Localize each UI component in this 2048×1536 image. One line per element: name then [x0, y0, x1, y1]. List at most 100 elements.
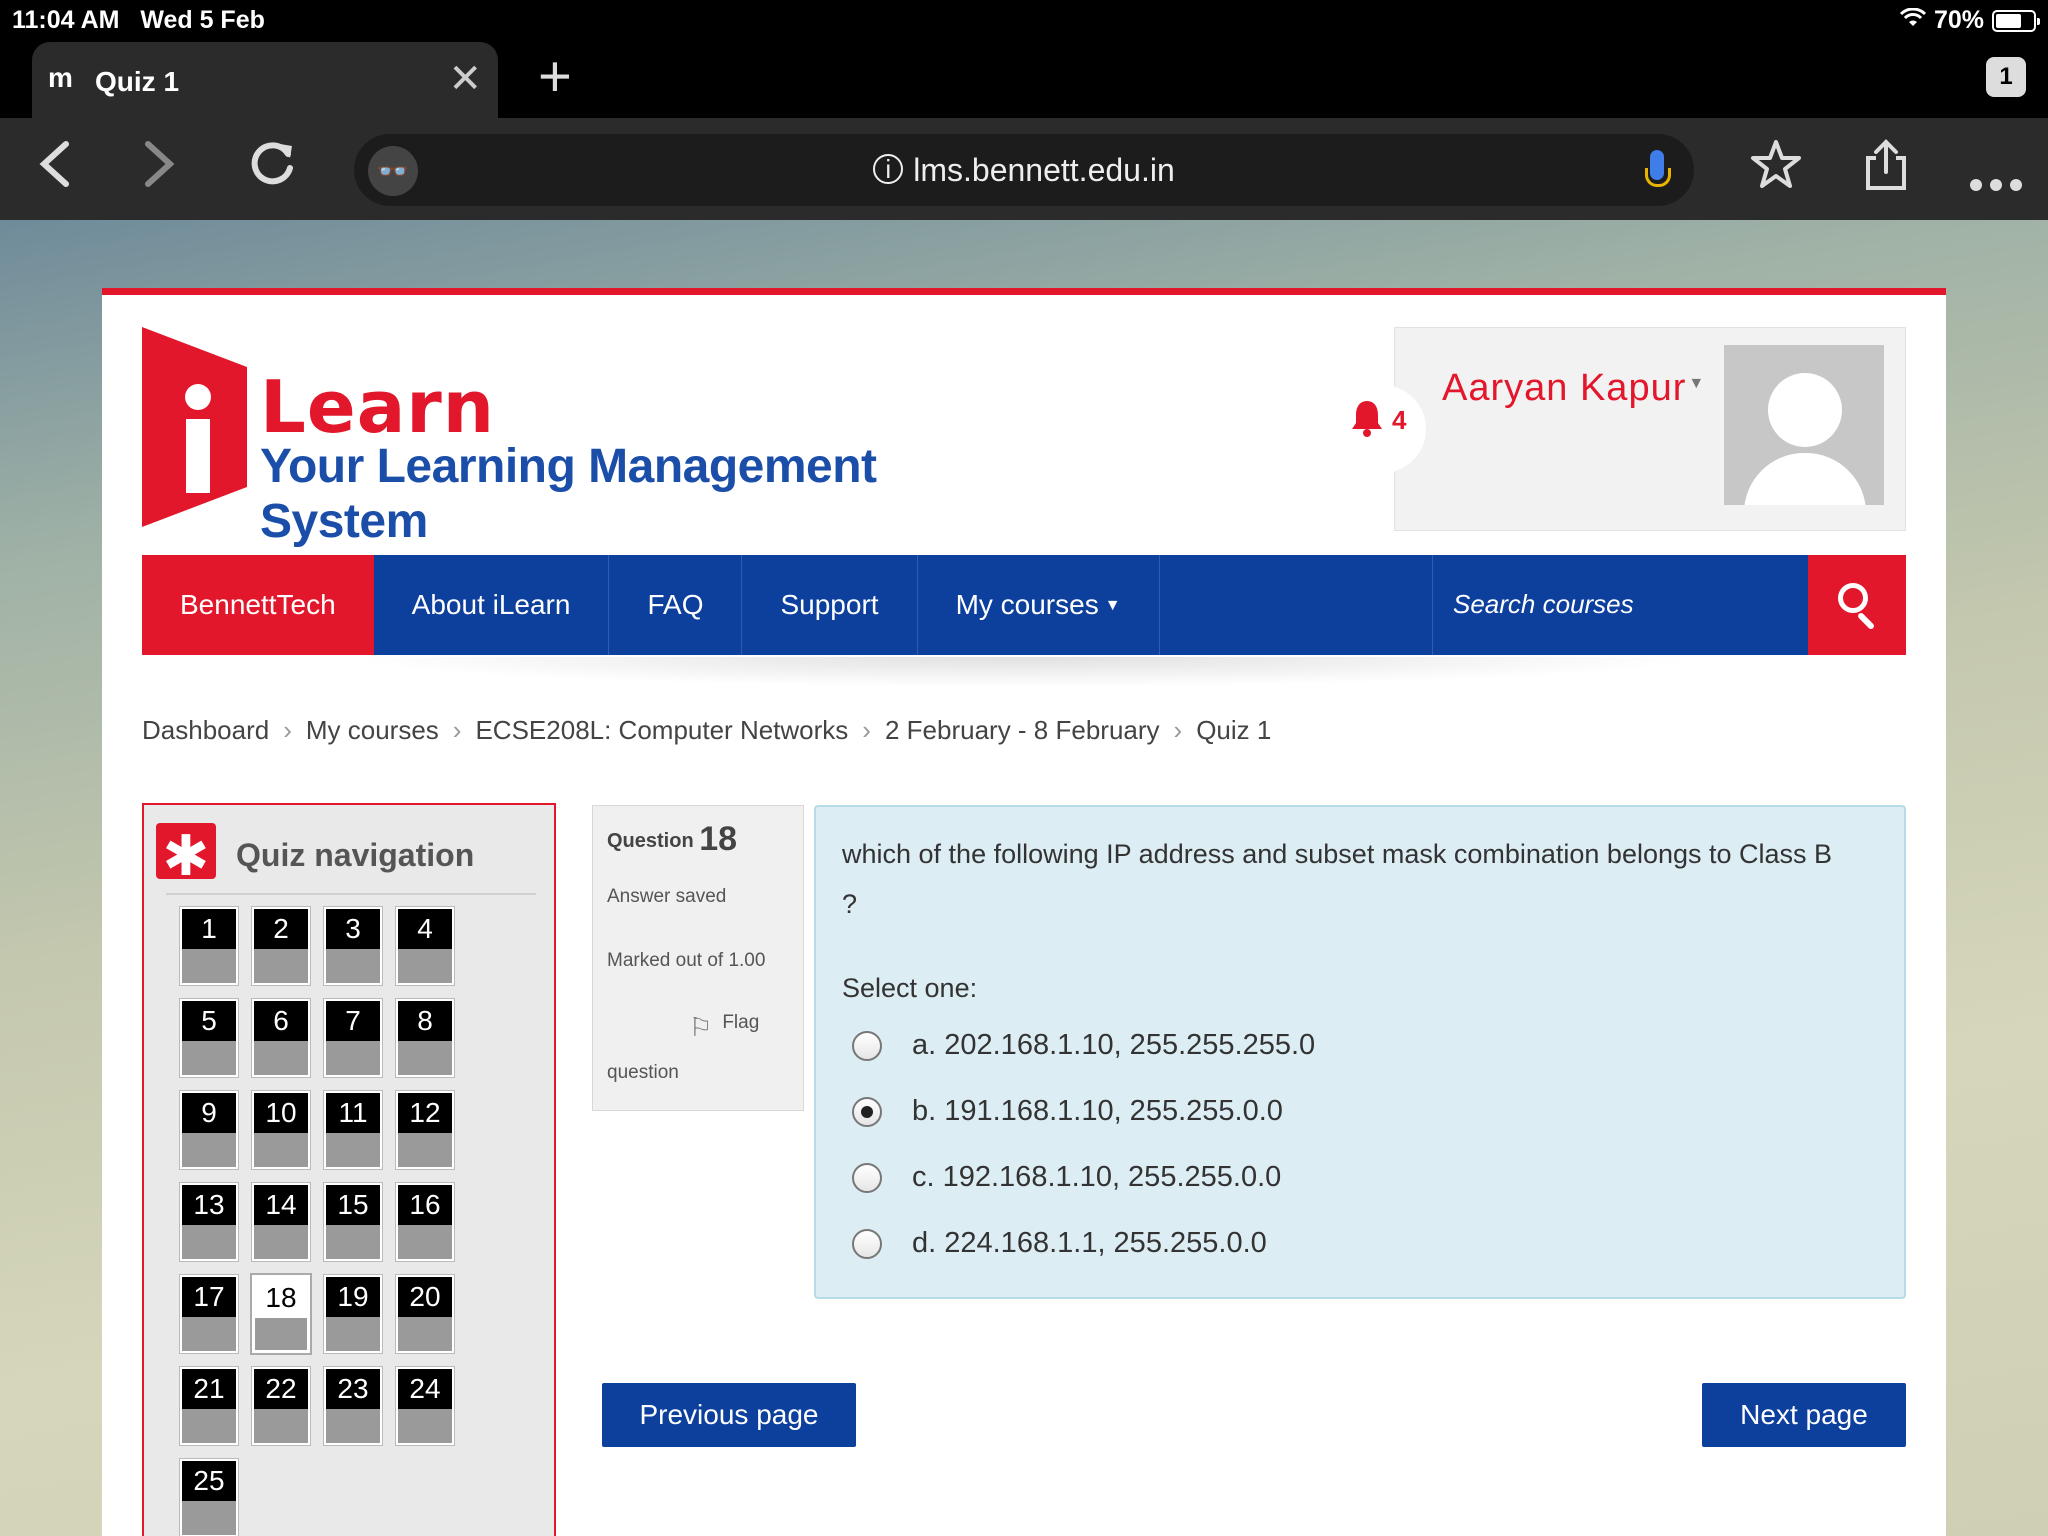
- question-number-label: 25: [182, 1461, 236, 1501]
- question-number-label: 22: [254, 1369, 308, 1409]
- info-icon[interactable]: i: [873, 154, 904, 184]
- share-icon[interactable]: [1862, 136, 1910, 201]
- radio-button-selected[interactable]: [852, 1097, 882, 1127]
- nav-item-about-ilearn[interactable]: About iLearn: [374, 555, 610, 655]
- logo-learn-text: Learn: [260, 365, 496, 449]
- quiz-nav-question-button[interactable]: 13: [180, 1183, 238, 1261]
- microphone-icon[interactable]: [1645, 150, 1671, 187]
- quiz-nav-question-button[interactable]: 24: [396, 1367, 454, 1445]
- browser-tab[interactable]: m Quiz 1 ✕: [32, 42, 498, 118]
- question-number: Question 18: [607, 820, 737, 859]
- question-number-label: 11: [326, 1093, 380, 1133]
- flag-label: Flag: [722, 1012, 760, 1033]
- question-number-label: 1: [182, 909, 236, 949]
- chevron-right-icon: ›: [452, 715, 462, 745]
- flag-question-label[interactable]: question: [607, 1062, 679, 1084]
- next-page-button[interactable]: Next page: [1702, 1383, 1906, 1447]
- status-bar: 11:04 AM Wed 5 Feb 70%: [0, 0, 2048, 40]
- quiz-nav-question-button[interactable]: 5: [180, 999, 238, 1077]
- nav-item-bennetttech[interactable]: BennettTech: [142, 555, 374, 655]
- breadcrumb-course[interactable]: ECSE208L: Computer Networks: [475, 715, 848, 746]
- battery-percent: 70%: [1933, 6, 1984, 34]
- quiz-nav-question-button[interactable]: 7: [324, 999, 382, 1077]
- question-number-label: 8: [398, 1001, 452, 1041]
- page-content: Learn Your Learning Management System 4 …: [102, 288, 1946, 1536]
- radio-button[interactable]: [852, 1229, 882, 1259]
- quiz-nav-question-button[interactable]: 8: [396, 999, 454, 1077]
- bookmark-star-icon[interactable]: [1748, 136, 1804, 201]
- quiz-nav-question-button[interactable]: 18: [252, 1275, 310, 1353]
- logo-tagline: Your Learning Management System: [260, 440, 877, 548]
- more-menu-icon[interactable]: [1968, 148, 2024, 204]
- quiz-nav-question-button[interactable]: 14: [252, 1183, 310, 1261]
- question-label: Question: [607, 830, 694, 852]
- quiz-nav-question-button[interactable]: 6: [252, 999, 310, 1077]
- breadcrumb-quiz[interactable]: Quiz 1: [1196, 715, 1271, 746]
- chevron-right-icon: ›: [283, 715, 292, 745]
- quiz-nav-question-button[interactable]: 3: [324, 907, 382, 985]
- previous-page-button[interactable]: Previous page: [602, 1383, 856, 1447]
- avatar[interactable]: [1724, 345, 1884, 505]
- question-number-label: 24: [398, 1369, 452, 1409]
- quiz-nav-question-button[interactable]: 19: [324, 1275, 382, 1353]
- quiz-nav-question-button[interactable]: 22: [252, 1367, 310, 1445]
- quiz-nav-question-button[interactable]: 21: [180, 1367, 238, 1445]
- chevron-down-icon: ▼: [1104, 597, 1121, 614]
- question-number-label: 15: [326, 1185, 380, 1225]
- answer-label: a. 202.168.1.10, 255.255.255.0: [912, 1029, 1316, 1061]
- question-info: Question 18 Answer saved Marked out of 1…: [592, 805, 804, 1111]
- reload-icon[interactable]: [246, 136, 298, 201]
- search-courses-input[interactable]: Search courses: [1432, 555, 1848, 655]
- ilearn-i-logo-icon: [142, 327, 247, 527]
- clock-date: Wed 5 Feb: [140, 6, 265, 34]
- radio-button[interactable]: [852, 1163, 882, 1193]
- quiz-nav-question-button[interactable]: 10: [252, 1091, 310, 1169]
- question-number-label: 13: [182, 1185, 236, 1225]
- breadcrumb-section[interactable]: 2 February - 8 February: [885, 715, 1160, 746]
- quiz-nav-question-button[interactable]: 4: [396, 907, 454, 985]
- quiz-nav-question-button[interactable]: 20: [396, 1275, 454, 1353]
- quiz-nav-question-button[interactable]: 23: [324, 1367, 382, 1445]
- quiz-nav-question-button[interactable]: 15: [324, 1183, 382, 1261]
- user-menu[interactable]: Aaryan Kapur ▼: [1442, 367, 1705, 410]
- quiz-nav-question-button[interactable]: 25: [180, 1459, 238, 1536]
- url-display[interactable]: i lms.bennett.edu.in: [354, 152, 1694, 189]
- nav-item-my-courses[interactable]: My courses ▼: [918, 555, 1160, 655]
- nav-item-support[interactable]: Support: [742, 555, 918, 655]
- nav-item-faq[interactable]: FAQ: [609, 555, 743, 655]
- question-number-value: 18: [699, 820, 738, 858]
- question-number-label: 4: [398, 909, 452, 949]
- address-bar[interactable]: 👓 i lms.bennett.edu.in: [354, 134, 1694, 206]
- clock-time: 11:04 AM: [12, 6, 120, 34]
- breadcrumb-dashboard[interactable]: Dashboard: [142, 715, 269, 746]
- quiz-nav-question-button[interactable]: 11: [324, 1091, 382, 1169]
- ilearn-logo[interactable]: Learn Your Learning Management System: [142, 327, 1002, 548]
- search-button[interactable]: [1808, 555, 1906, 655]
- quiz-nav-question-button[interactable]: 1: [180, 907, 238, 985]
- quiz-nav-question-button[interactable]: 12: [396, 1091, 454, 1169]
- quiz-nav-question-button[interactable]: 2: [252, 907, 310, 985]
- asterisk-icon: ✱: [156, 823, 216, 887]
- notification-button[interactable]: 4: [1338, 385, 1426, 473]
- question-number-label: 6: [254, 1001, 308, 1041]
- new-tab-button[interactable]: +: [538, 48, 572, 106]
- question-text: which of the following IP address and su…: [842, 839, 1833, 919]
- question-number-label: 19: [326, 1277, 380, 1317]
- moodle-favicon-icon: m: [48, 62, 73, 93]
- breadcrumb-my-courses[interactable]: My courses: [306, 715, 439, 746]
- radio-button[interactable]: [852, 1031, 882, 1061]
- question-number-label: 17: [182, 1277, 236, 1317]
- flag-question-button[interactable]: ⚐ Flag: [689, 1012, 759, 1043]
- answer-label: b. 191.168.1.10, 255.255.0.0: [912, 1095, 1283, 1127]
- tab-count-button[interactable]: 1: [1986, 57, 2026, 97]
- question-number-label: 10: [254, 1093, 308, 1133]
- answer-label: c. 192.168.1.10, 255.255.0.0: [912, 1161, 1282, 1193]
- back-icon[interactable]: [36, 136, 72, 201]
- close-tab-icon[interactable]: ✕: [448, 56, 482, 102]
- chevron-right-icon: ›: [862, 715, 871, 745]
- quiz-nav-question-button[interactable]: 16: [396, 1183, 454, 1261]
- user-name: Aaryan Kapur: [1442, 367, 1687, 409]
- quiz-nav-question-button[interactable]: 17: [180, 1275, 238, 1353]
- forward-icon[interactable]: [142, 136, 178, 201]
- quiz-nav-question-button[interactable]: 9: [180, 1091, 238, 1169]
